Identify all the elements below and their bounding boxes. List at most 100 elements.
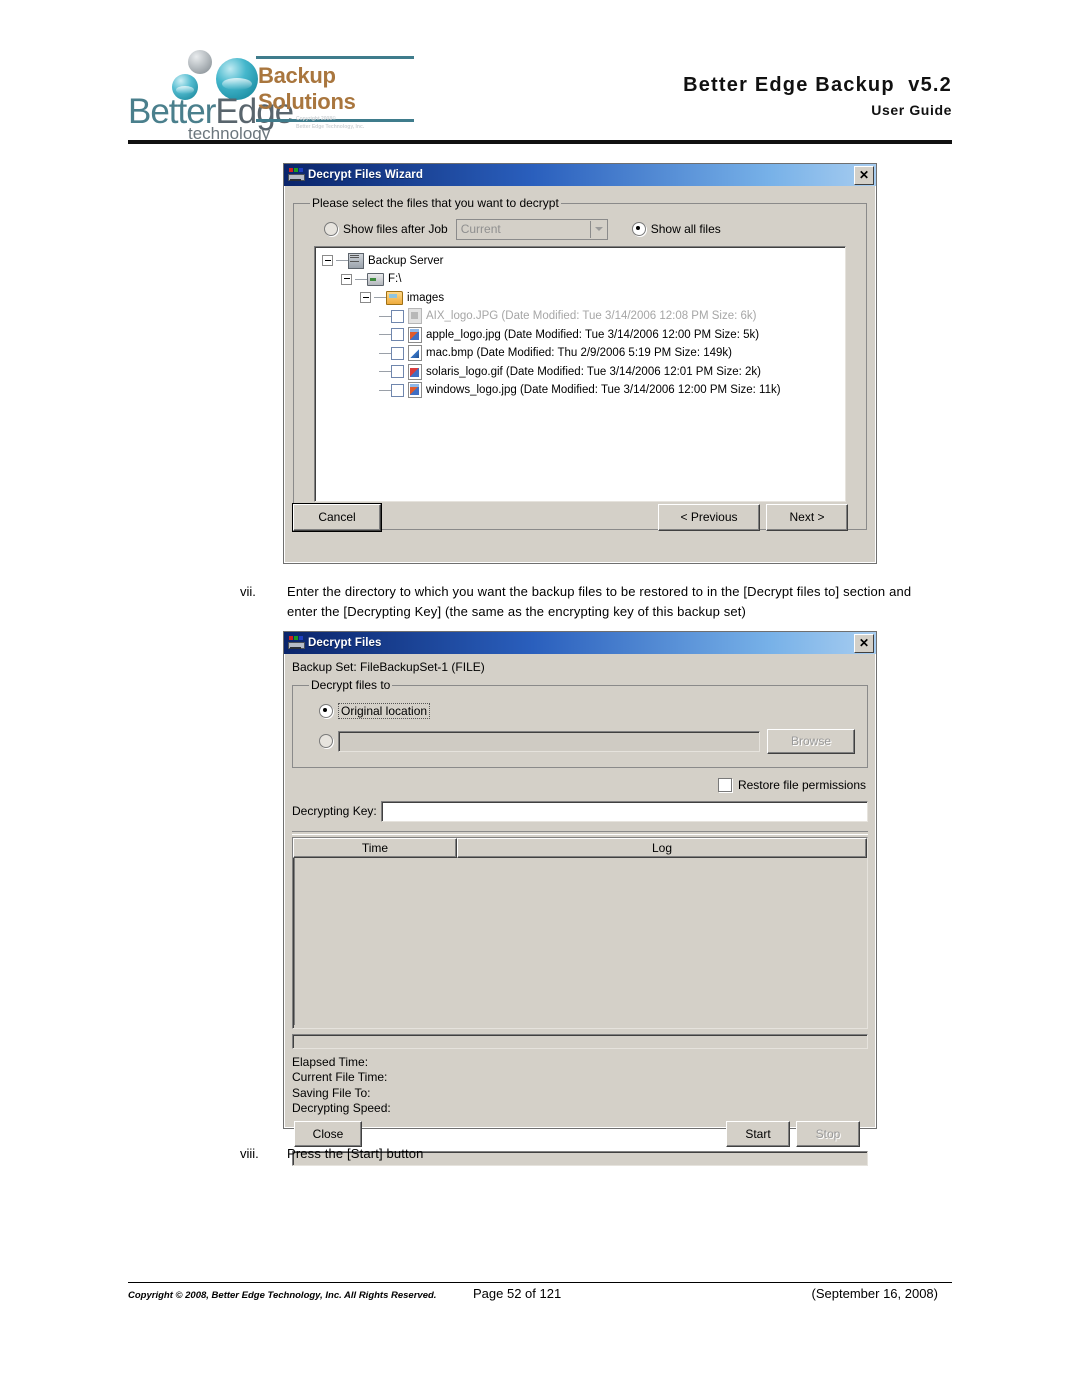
cancel-button[interactable]: Cancel xyxy=(293,503,381,531)
product-version: v5.2 xyxy=(908,74,952,96)
previous-button[interactable]: < Previous xyxy=(658,503,760,531)
tree-expander-icon[interactable] xyxy=(341,273,352,285)
job-select[interactable]: Current xyxy=(455,218,608,240)
stop-button[interactable]: Stop xyxy=(796,1120,860,1147)
log-column-header[interactable]: Time xyxy=(293,837,457,858)
status-line: Current File Time: xyxy=(292,1070,388,1085)
close-icon[interactable]: ✕ xyxy=(854,633,874,653)
step-vii-number: vii. xyxy=(240,584,256,599)
job-select-value: Current xyxy=(460,222,501,237)
wizard-title-bar[interactable]: Decrypt Files Wizard ✕ xyxy=(284,164,876,186)
step-viii: viii. Press the [Start] button xyxy=(240,1144,940,1164)
step-vii-text: Enter the directory to which you want th… xyxy=(287,584,912,619)
file-paint-icon xyxy=(408,345,422,362)
footer-page-number: Page 52 of 121 xyxy=(473,1286,562,1301)
page-title: Better Edge Backup v5.2 xyxy=(683,74,952,97)
status-line: Saving File To: xyxy=(292,1085,371,1100)
backup-solutions-lockup: Backup Solutions Copyright 2008© Better … xyxy=(256,56,416,130)
radio-label-original-location: Original location xyxy=(338,702,431,719)
document-footer: Copyright © 2008, Better Edge Technology… xyxy=(128,1286,952,1310)
tree-item-label: apple_logo.jpg (Date Modified: Tue 3/14/… xyxy=(426,328,760,341)
log-table[interactable]: Time Log xyxy=(292,836,868,1029)
wizard-title: Decrypt Files Wizard xyxy=(308,169,424,181)
decrypt-title: Decrypt Files xyxy=(308,637,382,649)
tree-expander-icon[interactable] xyxy=(322,255,333,267)
tree-row[interactable]: windows_logo.jpg (Date Modified: Tue 3/1… xyxy=(322,381,845,400)
radio-original-location[interactable]: Original location xyxy=(319,702,431,719)
status-lines: Elapsed Time: Current File Time: Saving … xyxy=(292,1055,870,1117)
decrypting-key-input[interactable] xyxy=(380,800,868,822)
file-tree-list: Backup Server F:\ images AIX_logo.JPG (Date… xyxy=(315,247,845,400)
tree-row[interactable]: Backup Server xyxy=(322,252,845,271)
close-button[interactable]: Close xyxy=(294,1120,362,1147)
app-icon xyxy=(288,168,305,182)
radio-show-all-files[interactable]: Show all files xyxy=(631,222,721,237)
progress-bar-top xyxy=(292,1033,868,1049)
tree-connector xyxy=(336,260,348,262)
restore-permissions-row: Restore file permissions xyxy=(290,777,866,792)
tree-row[interactable]: AIX_logo.JPG (Date Modified: Tue 3/14/20… xyxy=(322,307,845,326)
tree-checkbox[interactable] xyxy=(391,328,404,342)
tree-checkbox[interactable] xyxy=(391,346,404,360)
tree-row[interactable]: mac.bmp (Date Modified: Thu 2/9/2006 5:1… xyxy=(322,344,845,363)
decrypting-key-label: Decrypting Key: xyxy=(292,804,377,819)
tree-row[interactable]: solaris_logo.gif (Date Modified: Tue 3/1… xyxy=(322,363,845,382)
document-header: BetterEdge technology Backup Solutions C… xyxy=(0,0,1080,148)
radio-label-all-files: Show all files xyxy=(650,222,721,237)
radio-indicator-custom-location[interactable] xyxy=(319,734,333,749)
select-files-group: Please select the files that you want to… xyxy=(293,196,867,530)
tree-row[interactable]: F:\ xyxy=(322,270,845,289)
tree-connector xyxy=(379,315,391,317)
server-icon xyxy=(348,252,364,269)
tree-connector xyxy=(379,352,391,354)
document-page: BetterEdge technology Backup Solutions C… xyxy=(0,0,1080,1397)
browse-button[interactable]: Browse xyxy=(767,728,855,754)
decrypting-key-row: Decrypting Key: xyxy=(292,800,868,822)
section-divider xyxy=(292,830,868,835)
tree-item-label: mac.bmp (Date Modified: Thu 2/9/2006 5:1… xyxy=(426,347,732,360)
tree-checkbox[interactable] xyxy=(391,309,404,323)
logo-sphere-grey-icon xyxy=(188,50,212,74)
tree-row[interactable]: images xyxy=(322,289,845,308)
file-tree[interactable]: Backup Server F:\ images AIX_logo.JPG (Date… xyxy=(314,245,846,502)
tree-row[interactable]: apple_logo.jpg (Date Modified: Tue 3/14/… xyxy=(322,326,845,345)
log-table-body xyxy=(294,857,866,1025)
decrypt-files-wizard-dialog: Decrypt Files Wizard ✕ Please select the… xyxy=(283,163,877,564)
step-viii-text: Press the [Start] button xyxy=(287,1146,424,1161)
custom-destination-row: Browse xyxy=(319,728,855,754)
decrypt-title-bar[interactable]: Decrypt Files ✕ xyxy=(284,632,876,654)
checkbox-indicator-restore-permissions xyxy=(717,777,732,792)
tree-checkbox[interactable] xyxy=(391,383,404,397)
chevron-down-icon[interactable] xyxy=(589,220,607,238)
destination-path-input[interactable] xyxy=(338,730,760,752)
backup-solutions-label: Backup Solutions xyxy=(258,63,356,114)
select-files-legend: Please select the files that you want to… xyxy=(312,196,559,210)
folder-icon xyxy=(386,290,403,305)
filter-row: Show files after Job Current Show all fi… xyxy=(306,216,854,240)
log-table-header: Time Log xyxy=(293,837,867,858)
app-icon xyxy=(288,636,305,650)
footer-copyright: Copyright © 2008, Better Edge Technology… xyxy=(128,1290,437,1301)
page-title-block: Better Edge Backup v5.2 User Guide xyxy=(683,74,952,118)
tree-expander-icon[interactable] xyxy=(360,292,371,304)
file-image-icon xyxy=(408,382,422,399)
footer-date: (September 16, 2008) xyxy=(811,1286,938,1301)
tree-checkbox[interactable] xyxy=(391,365,404,379)
decrypt-destination-legend: Decrypt files to xyxy=(311,678,391,692)
restore-permissions-checkbox[interactable]: Restore file permissions xyxy=(717,777,866,792)
radio-indicator-all-files xyxy=(631,222,646,237)
start-button[interactable]: Start xyxy=(726,1120,790,1147)
tree-item-label: windows_logo.jpg (Date Modified: Tue 3/1… xyxy=(426,384,781,397)
tree-item-label: images xyxy=(407,291,445,304)
step-vii: vii. Enter the directory to which you wa… xyxy=(240,582,940,622)
footer-divider xyxy=(128,1282,952,1283)
decrypt-button-row: Close Start Stop xyxy=(292,1120,868,1147)
radio-show-files-after-job[interactable]: Show files after Job xyxy=(324,222,448,237)
radio-indicator-original-location xyxy=(319,703,333,718)
next-button[interactable]: Next > xyxy=(766,503,848,531)
log-column-header[interactable]: Log xyxy=(457,837,867,858)
wizard-body: Please select the files that you want to… xyxy=(284,186,876,536)
close-icon[interactable]: ✕ xyxy=(854,165,874,185)
tree-item-label: solaris_logo.gif (Date Modified: Tue 3/1… xyxy=(426,365,761,378)
tree-item-label: F:\ xyxy=(388,273,402,286)
